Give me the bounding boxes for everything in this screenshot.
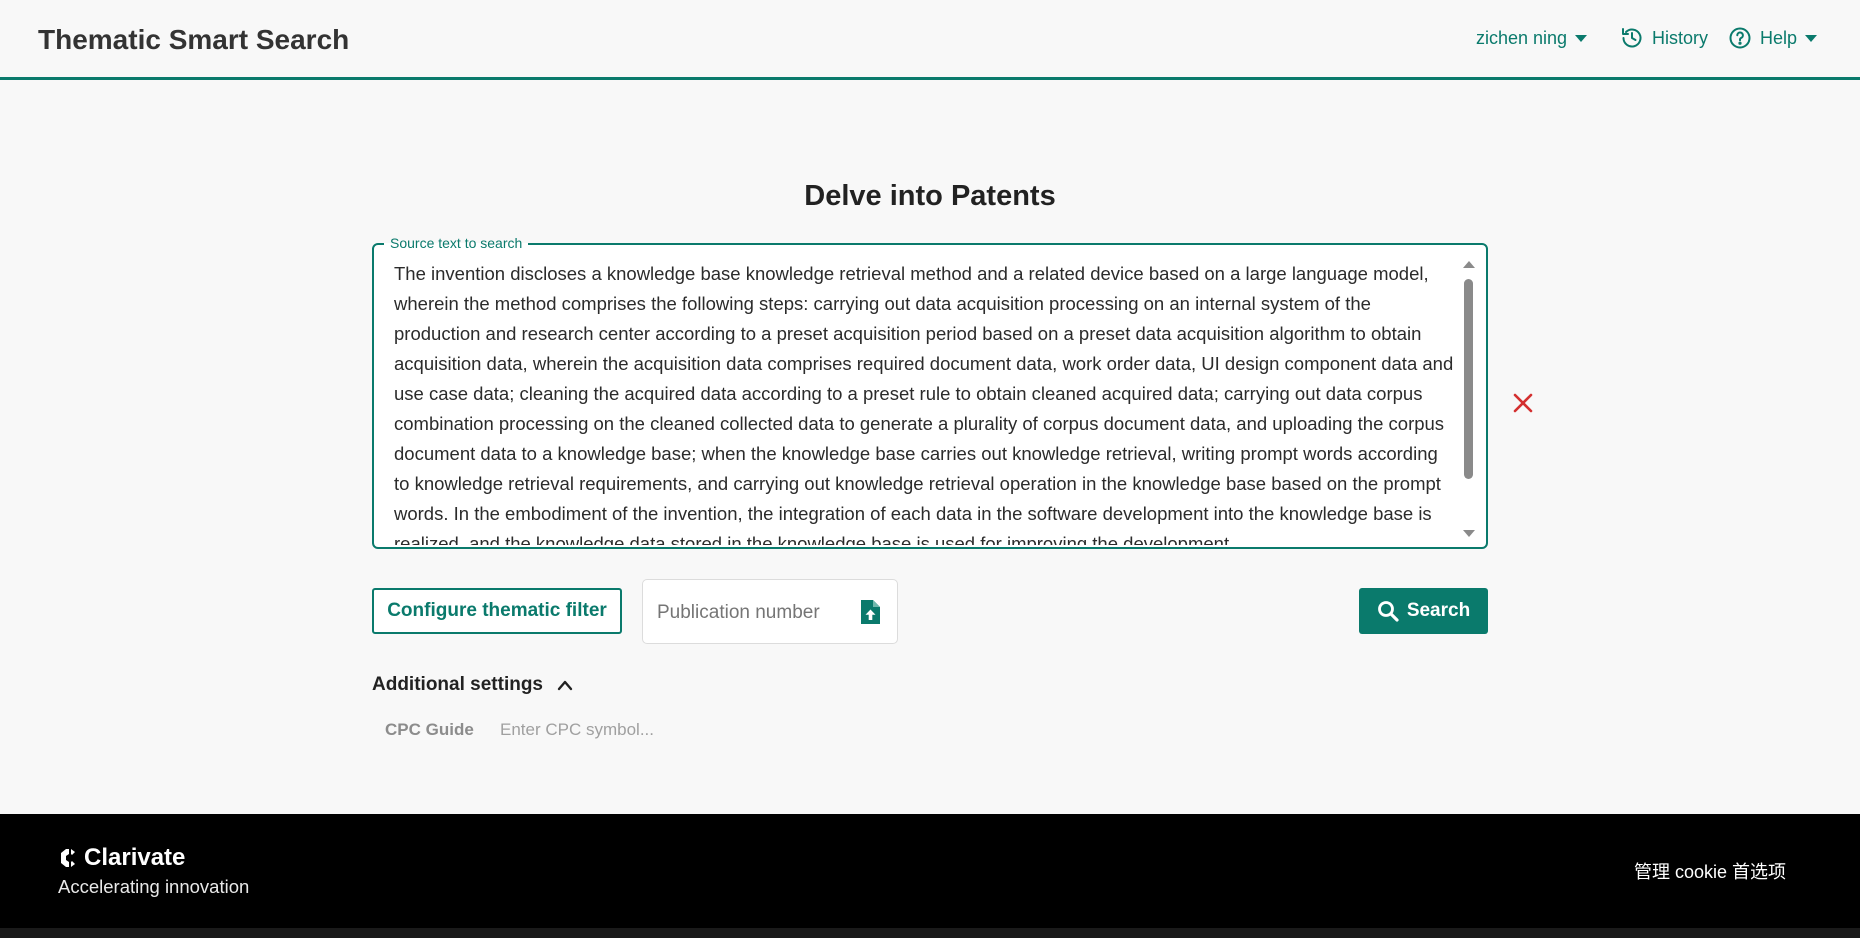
clarivate-logo-icon <box>61 849 75 867</box>
search-button-label: Search <box>1406 600 1471 621</box>
brand-tagline: Accelerating innovation <box>58 876 250 897</box>
scroll-down-arrow-icon[interactable] <box>1463 530 1475 537</box>
app-title: Thematic Smart Search <box>38 24 350 55</box>
page-footer: Clarivate Accelerating innovation 管理 coo… <box>0 814 1860 938</box>
history-icon <box>1622 28 1642 48</box>
caret-down-icon <box>1805 34 1818 42</box>
additional-settings-label: Additional settings <box>372 674 543 695</box>
history-label: History <box>1652 27 1709 48</box>
footer-bottom-strip <box>0 928 1860 938</box>
clarivate-brand[interactable]: Clarivate <box>58 844 185 872</box>
search-icon <box>1377 601 1399 622</box>
brand-name: Clarivate <box>84 844 186 871</box>
search-button[interactable]: Search <box>1359 588 1488 634</box>
chevron-up-icon <box>557 680 573 691</box>
user-name: zichen ning <box>1476 28 1568 48</box>
help-label: Help <box>1760 27 1798 48</box>
source-textarea[interactable]: The invention discloses a knowledge base… <box>394 259 1458 545</box>
page-title: Delve into Patents <box>804 180 1056 212</box>
upload-file-icon[interactable] <box>859 599 881 625</box>
help-icon <box>1729 27 1751 49</box>
additional-settings-toggle[interactable]: Additional settings <box>372 674 573 696</box>
user-menu[interactable]: zichen ning <box>1476 28 1588 49</box>
publication-number-field[interactable] <box>642 579 898 644</box>
cookie-preferences-link[interactable]: 管理 cookie 首选项 <box>1634 858 1786 884</box>
source-text-field[interactable]: Source text to search The invention disc… <box>372 234 1488 549</box>
history-link[interactable]: History <box>1620 26 1708 50</box>
cpc-symbol-input[interactable] <box>500 716 760 744</box>
publication-number-input[interactable] <box>657 598 847 628</box>
scroll-up-arrow-icon[interactable] <box>1463 261 1475 268</box>
textarea-scrollbar[interactable] <box>1462 261 1476 537</box>
caret-down-icon <box>1575 35 1588 42</box>
configure-thematic-filter-button[interactable]: Configure thematic filter <box>372 588 622 634</box>
help-menu[interactable]: Help <box>1728 26 1818 50</box>
cpc-guide-label: CPC Guide <box>385 720 474 739</box>
app-header: Thematic Smart Search zichen ning Histor… <box>0 0 1860 80</box>
scroll-thumb[interactable] <box>1464 279 1473 479</box>
close-icon[interactable] <box>1510 390 1536 416</box>
source-text-label: Source text to search <box>384 234 529 252</box>
